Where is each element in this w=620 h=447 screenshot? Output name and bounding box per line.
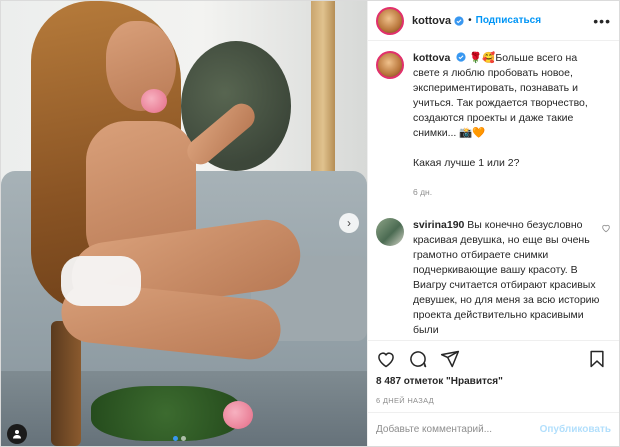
post-caption: kottova 🌹🥰Больше всего на свете я люблю … [376,51,611,200]
post-details-panel: kottova • Подписаться ••• kottova 🌹🥰Боль… [367,1,619,446]
comment-text: Вы конечно безусловно красивая девушка, … [413,219,600,336]
publish-comment-button[interactable]: Опубликовать [540,424,611,435]
instagram-post-modal: › kottova • Подписаться ••• kottova 🌹🥰Бо… [0,0,620,447]
comment-item: svirina190 Вы конечно безусловно красива… [376,218,611,338]
separator-dot: • [468,15,472,26]
caption-question: Какая лучше 1 или 2? [413,157,520,169]
verified-badge-icon [454,15,464,26]
comment-username[interactable]: svirina190 [413,219,464,231]
post-actions [368,340,619,376]
photo-chair [51,321,81,446]
carousel-dots [173,436,186,441]
like-comment-heart-icon[interactable] [601,223,611,233]
comment-body: svirina190 Вы конечно безусловно красива… [413,218,603,338]
tagged-users-button[interactable] [7,424,27,444]
rose-image [141,89,167,113]
post-photo[interactable]: › [1,1,367,446]
photo-lace [61,256,141,306]
caption-text: 🌹🥰Больше всего на свете я люблю пробоват… [413,52,588,139]
post-header: kottova • Подписаться ••• [368,1,619,41]
like-heart-icon[interactable] [376,349,396,369]
bookmark-save-icon[interactable] [587,349,607,369]
comments-section[interactable]: kottova 🌹🥰Больше всего на свете я люблю … [368,41,619,340]
chevron-right-icon: › [347,216,351,230]
caption-time[interactable]: 6 дн. [413,185,603,200]
author-avatar[interactable] [376,51,404,79]
photo-doorframe [311,1,335,181]
author-avatar[interactable] [376,6,404,35]
carousel-dot [173,436,178,441]
caption-body: kottova 🌹🥰Больше всего на свете я люблю … [413,51,603,200]
author-username[interactable]: kottova [412,15,451,27]
rose-image [223,401,253,429]
comment-bubble-icon[interactable] [408,349,428,369]
verified-badge-icon [456,52,466,62]
follow-button[interactable]: Подписаться [476,15,541,26]
likes-count[interactable]: 8 487 отметок "Нравится" [368,376,619,392]
add-comment-bar: Опубликовать [368,412,619,446]
user-icon [13,430,21,439]
photo-leaves [91,386,241,441]
carousel-dot [181,436,186,441]
share-send-icon[interactable] [440,349,460,369]
post-date[interactable]: 6 ДНЕЙ НАЗАД [368,392,619,412]
more-options-icon[interactable]: ••• [593,13,611,29]
next-slide-button[interactable]: › [339,213,359,233]
commenter-avatar[interactable] [376,218,404,246]
caption-username[interactable]: kottova [413,52,450,64]
add-comment-input[interactable] [376,424,540,435]
